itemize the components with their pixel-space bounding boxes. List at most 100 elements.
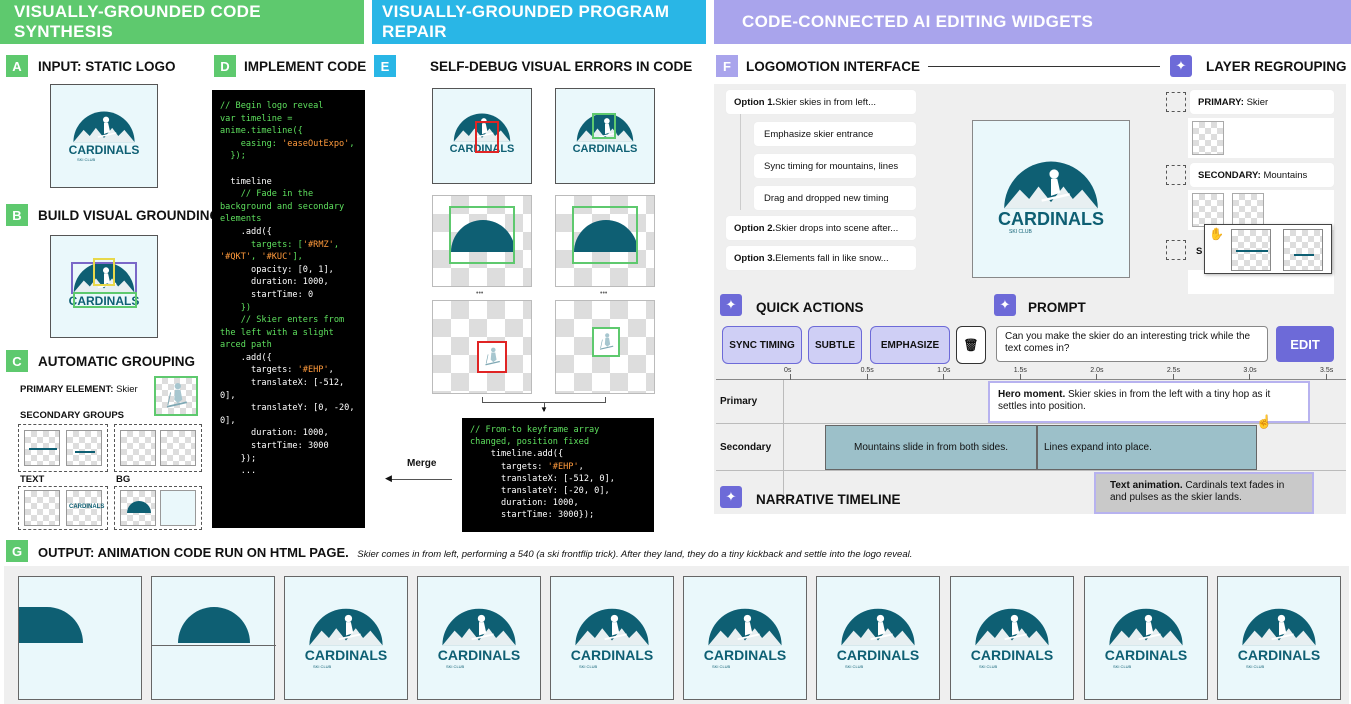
drag-line-thumb-1[interactable] [1231, 229, 1271, 271]
secondary-groups-label: SECONDARY GROUPS [20, 410, 124, 421]
option-2-bold: Option 2. [734, 222, 776, 234]
animation-frame: CARDINALS SKI CLUB [950, 576, 1074, 700]
option-1-sub-drag[interactable]: Drag and dropped new timing [754, 186, 916, 210]
frame-dome [817, 577, 939, 699]
secondary-layer-checkbox[interactable] [1166, 165, 1186, 185]
output-title: OUTPUT: ANIMATION CODE RUN ON HTML PAGE. [38, 545, 349, 560]
grounded-logo: CARDINALS [50, 235, 158, 338]
header-synthesis-label: VISUALLY-GROUNDED CODE SYNTHESIS [14, 2, 261, 41]
text-thumb-2: CARDINALS [66, 490, 105, 526]
option-1-sub-sync[interactable]: Sync timing for mountains, lines [754, 154, 916, 178]
frame-logo-name: CARDINALS [1237, 647, 1321, 663]
frame-logo-sub: SKI CLUB [1246, 664, 1265, 669]
subtle-button[interactable]: SUBTLE [808, 326, 862, 364]
sync-timing-button[interactable]: SYNC TIMING [722, 326, 802, 364]
text-group-label: TEXT [20, 474, 45, 485]
tick-label: 1.5s [1013, 367, 1027, 374]
secondary-layer-value: Mountains [1263, 169, 1308, 181]
line-thumb-1 [24, 430, 60, 466]
frame-dome [551, 577, 673, 699]
badge-d: D [214, 55, 236, 77]
primary-element-value: Skier [116, 384, 138, 395]
wand-icon-prompt: ✦ [994, 294, 1016, 316]
debug-dome-layer-after [555, 195, 655, 287]
wand-icon-narrative: ✦ [720, 486, 742, 508]
option-tree-line [740, 114, 741, 210]
edit-button[interactable]: EDIT [1276, 326, 1334, 362]
frame-dome [1218, 577, 1340, 699]
grounding-box-skier [93, 258, 115, 286]
frame-logo-name: CARDINALS [836, 647, 920, 663]
title-visual-grounding: BUILD VISUAL GROUNDING [38, 208, 221, 223]
primary-layer-key: PRIMARY: [1198, 96, 1244, 108]
emphasize-button[interactable]: EMPHASIZE [870, 326, 950, 364]
frame-logo-name: CARDINALS [703, 647, 787, 663]
option-1-sub-emphasize[interactable]: Emphasize skier entrance [754, 122, 916, 146]
frame-dome [418, 577, 540, 699]
title-implement-code: IMPLEMENT CODE [244, 59, 367, 74]
skier-green-icon [594, 329, 618, 355]
text-animation-block[interactable]: Text animation. Cardinals text fades in … [1094, 472, 1314, 514]
primary-layer-checkbox[interactable] [1166, 92, 1186, 112]
tick-label: 0s [784, 367, 792, 374]
animation-frame [151, 576, 276, 700]
wand-icon-quick: ✦ [720, 294, 742, 316]
frame-logo-sub: SKI CLUB [979, 664, 998, 669]
third-layer-checkbox[interactable] [1166, 240, 1186, 260]
header-synthesis: VISUALLY-GROUNDED CODE SYNTHESIS [0, 0, 364, 44]
merge-label: Merge [407, 458, 437, 469]
drag-hand-icon: ✋ [1209, 227, 1224, 241]
text-thumb-1 [24, 490, 60, 526]
title-layer-regrouping: LAYER REGROUPING [1206, 59, 1347, 74]
secondary-thumb-1[interactable] [1192, 193, 1224, 227]
prompt-input[interactable]: Can you make the skier do an interesting… [996, 326, 1268, 362]
mountains-text: Mountains slide in from both sides. [854, 442, 1008, 453]
canvas-dome-graphic [973, 121, 1129, 277]
tick-label: 3.0s [1243, 367, 1257, 374]
frame-logo-name: CARDINALS [570, 647, 654, 663]
primary-element-key: PRIMARY ELEMENT: [20, 384, 114, 395]
third-layer-cut-label: S [1196, 246, 1203, 257]
delete-button[interactable]: 🗑 [956, 326, 986, 364]
logo-name: CARDINALS [68, 143, 140, 157]
title-automatic-grouping: AUTOMATIC GROUPING [38, 354, 195, 369]
header-widgets: CODE-CONNECTED AI EDITING WIDGETS [714, 0, 1351, 44]
secondary-layer-label: SECONDARY: Mountains [1190, 163, 1334, 187]
frame-dome [285, 577, 407, 699]
option-3[interactable]: Option 3. Elements fall in like snow... [726, 246, 916, 270]
debug-dome-layer-before [432, 195, 532, 287]
logo-dome-graphic [51, 85, 157, 187]
prompt-input-text: Can you make the skier do an interesting… [1005, 331, 1251, 354]
text-thumb-2-label: CARDINALS [69, 504, 105, 510]
option-2[interactable]: Option 2. Skier drops into scene after..… [726, 216, 916, 240]
badge-g: G [6, 540, 28, 562]
grounding-box-text [73, 292, 137, 308]
merge-arrow-icon [388, 479, 452, 480]
frame-dome [684, 577, 806, 699]
drag-line-thumb-2[interactable] [1283, 229, 1323, 271]
frame-logo-name: CARDINALS [437, 647, 521, 663]
ellipsis-1: ••• [476, 290, 484, 297]
mountain-thumb-1 [120, 430, 156, 466]
animation-frame: CARDINALS SKI CLUB [1217, 576, 1341, 700]
option-1[interactable]: Option 1. Skier skies in from left... [726, 90, 916, 114]
output-caption: Skier comes in from left, performing a 5… [357, 549, 913, 560]
badge-e: E [374, 55, 396, 77]
tick-label: 2.0s [1090, 367, 1104, 374]
animation-frame: CARDINALS SKI CLUB [1084, 576, 1208, 700]
primary-element-thumb [154, 376, 198, 416]
output-title-row: OUTPUT: ANIMATION CODE RUN ON HTML PAGE.… [38, 544, 912, 562]
option-sub-3-text: Drag and dropped new timing [764, 192, 889, 204]
primary-layer-thumb[interactable] [1192, 121, 1224, 155]
lines-block[interactable]: Lines expand into place. [1037, 425, 1257, 470]
bg-group-label: BG [116, 474, 131, 485]
skier-thumb [156, 378, 196, 414]
drag-popup[interactable]: ✋ [1204, 224, 1332, 274]
debug-logo-after-name: CARDINALS [572, 143, 638, 155]
mountains-block[interactable]: Mountains slide in from both sides. [825, 425, 1037, 470]
header-repair-label: VISUALLY-GROUNDED PROGRAM REPAIR [382, 2, 670, 41]
row-primary-label: Primary [720, 396, 758, 407]
frame-logo-sub: SKI CLUB [313, 664, 332, 669]
animation-frame: CARDINALS SKI CLUB [417, 576, 541, 700]
secondary-thumb-2[interactable] [1232, 193, 1264, 227]
